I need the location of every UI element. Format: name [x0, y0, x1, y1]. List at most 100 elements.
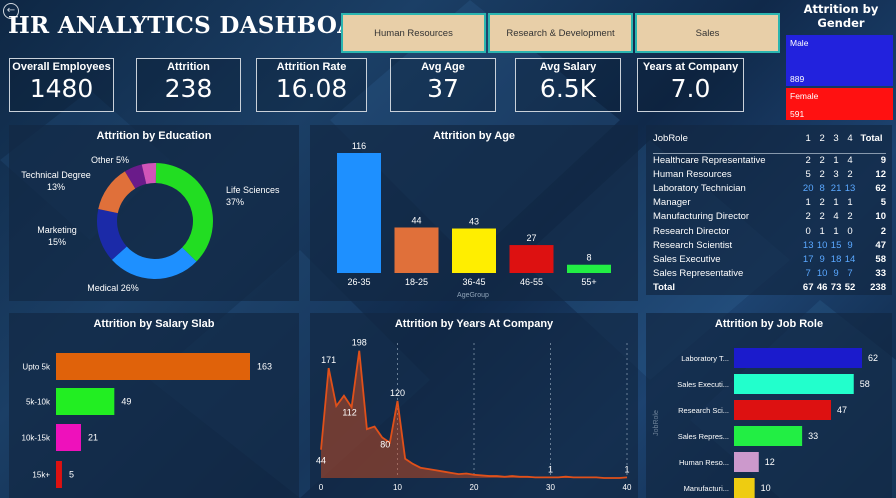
- jobrole-category-label: Human Reso...: [679, 458, 729, 467]
- matrix-cell: Manager: [653, 197, 691, 209]
- matrix-cell: 14: [844, 253, 856, 265]
- jobrole-bar: [734, 452, 759, 472]
- age-bar-value: 8: [586, 253, 591, 263]
- matrix-cell: 47: [875, 239, 886, 251]
- matrix-cell: 1: [805, 197, 811, 209]
- matrix-cell: 2: [847, 168, 853, 180]
- matrix-cell: 17: [802, 253, 814, 265]
- gender-title-line1: Attrition by: [803, 2, 879, 16]
- gender-title-line2: Gender: [817, 16, 865, 30]
- matrix-cell: 13: [844, 182, 856, 194]
- matrix-cell: 238: [870, 282, 886, 294]
- kpi-label: Years at Company: [642, 61, 739, 73]
- matrix-cell: Total: [653, 282, 675, 294]
- table-row[interactable]: Sales Executive 17 9 18 14 58: [653, 252, 886, 266]
- years-tick-label: 30: [546, 483, 555, 492]
- kpi-value: 238: [164, 74, 213, 103]
- matrix-cell: Laboratory Technician: [653, 182, 746, 194]
- matrix-cell: 5: [880, 197, 886, 209]
- table-row[interactable]: Manufacturing Director 2 2 4 2 10: [653, 210, 886, 224]
- matrix-cell: Sales Representative: [653, 268, 744, 280]
- years-tick-label: 0: [319, 483, 324, 492]
- matrix-cell: 1: [819, 225, 825, 237]
- donut-label: 13%: [47, 182, 65, 192]
- matrix-column-header[interactable]: 1: [801, 129, 816, 154]
- matrix-cell: 1: [833, 154, 839, 166]
- age-tick-label: 18-25: [405, 277, 428, 287]
- slicer-human-resources[interactable]: Human Resources: [341, 13, 486, 53]
- matrix-cell: 5: [805, 168, 811, 180]
- matrix-cell: 9: [847, 239, 853, 251]
- years-point-label: 1: [548, 464, 553, 474]
- jobrole-bar: [734, 348, 862, 368]
- matrix-cell: Manufacturing Director: [653, 211, 750, 223]
- matrix-cell: Research Director: [653, 225, 730, 237]
- years-tick-label: 20: [470, 483, 479, 492]
- kpi-label: Avg Age: [421, 61, 465, 73]
- matrix-column-header[interactable]: 3: [829, 129, 844, 154]
- jobrole-bar: [734, 374, 854, 394]
- age-bar: [509, 245, 554, 273]
- donut-label: 37%: [226, 197, 244, 207]
- slicer-research-development[interactable]: Research & Development: [488, 13, 633, 53]
- age-bar-chart: 116 26-35 44 18-25 43 36-45 27 46-55 8 55+ AgeGrou…: [337, 141, 611, 299]
- table-row[interactable]: Research Director 0 1 1 0 2: [653, 224, 886, 238]
- donut-label: 15%: [48, 237, 66, 247]
- matrix-cell: Sales Executive: [653, 253, 721, 265]
- jobrole-bar-value: 62: [868, 353, 878, 363]
- page-title: HR ANALYTICS DASHBOARD: [8, 12, 396, 39]
- panel-jobrole-matrix: JobRole 1 2 3 4 Total Healthcare Representativ…: [646, 125, 892, 295]
- matrix-total-row[interactable]: Total 67 46 73 52 238: [653, 281, 886, 295]
- gender-title: Attrition by Gender: [790, 2, 892, 30]
- jobrole-matrix-table: JobRole 1 2 3 4 Total Healthcare Representativ…: [653, 129, 886, 295]
- kpi-value: 37: [427, 74, 459, 103]
- matrix-cell: Research Scientist: [653, 239, 733, 251]
- years-point-label: 171: [321, 355, 336, 365]
- table-row[interactable]: Sales Representative 7 10 9 7 33: [653, 267, 886, 281]
- age-bar-value: 44: [411, 215, 421, 225]
- salary-bar-value: 21: [88, 433, 98, 443]
- years-tick-label: 10: [393, 483, 402, 492]
- jobrole-bar: [734, 426, 803, 446]
- gender-female-tile[interactable]: Female 591: [786, 88, 893, 120]
- matrix-cell: 7: [847, 268, 853, 280]
- matrix-column-header[interactable]: Total: [856, 129, 886, 154]
- jobrole-bar: [734, 478, 755, 498]
- donut-label: Medical 26%: [87, 283, 139, 293]
- matrix-cell: 2: [819, 168, 825, 180]
- matrix-column-header[interactable]: 2: [815, 129, 830, 154]
- gender-female-label: Female: [790, 91, 819, 101]
- kpi-value: 16.08: [275, 74, 348, 103]
- matrix-cell: 3: [833, 168, 839, 180]
- jobrole-bar-value: 33: [808, 431, 818, 441]
- table-row[interactable]: Laboratory Technician 20 8 21 13 62: [653, 181, 886, 195]
- gender-male-value: 889: [790, 74, 805, 84]
- jobrole-category-label: Manufacturi...: [684, 484, 729, 493]
- salary-bar-value: 5: [69, 470, 74, 480]
- jobrole-category-label: Sales Repres...: [678, 432, 729, 441]
- panel-attrition-by-age: Attrition by Age 116 26-35 44 18-25 43 36-45 2…: [310, 125, 638, 301]
- matrix-column-header[interactable]: 4: [843, 129, 857, 154]
- jobrole-bar-value: 10: [761, 483, 771, 493]
- table-row[interactable]: Human Resources 5 2 3 2 12: [653, 167, 886, 181]
- gender-female-value: 591: [790, 109, 805, 119]
- matrix-cell: 12: [875, 168, 886, 180]
- slicer-sales[interactable]: Sales: [635, 13, 780, 53]
- table-row[interactable]: Healthcare Representative 2 2 1 4 9: [653, 153, 886, 167]
- panel-attrition-by-years: Attrition by Years At Company 44 171 198 11…: [310, 313, 638, 498]
- age-tick-label: 46-55: [520, 277, 543, 287]
- matrix-cell: 4: [833, 211, 839, 223]
- table-row[interactable]: Research Scientist 13 10 15 9 47: [653, 238, 886, 252]
- jobrole-bar: [734, 400, 832, 420]
- matrix-cell: 2: [819, 154, 825, 166]
- table-row[interactable]: Manager 1 2 1 1 5: [653, 196, 886, 210]
- matrix-cell: 2: [880, 225, 886, 237]
- matrix-column-header[interactable]: JobRole: [653, 129, 802, 154]
- matrix-cell: 2: [819, 211, 825, 223]
- gender-male-tile[interactable]: Male 889: [786, 35, 893, 86]
- age-bar-value: 116: [352, 141, 366, 151]
- matrix-cell: Human Resources: [653, 168, 732, 180]
- kpi-avg-age: Avg Age 37: [390, 58, 496, 112]
- jobrole-bar-value: 12: [765, 457, 775, 467]
- kpi-avg-salary: Avg Salary 6.5K: [515, 58, 621, 112]
